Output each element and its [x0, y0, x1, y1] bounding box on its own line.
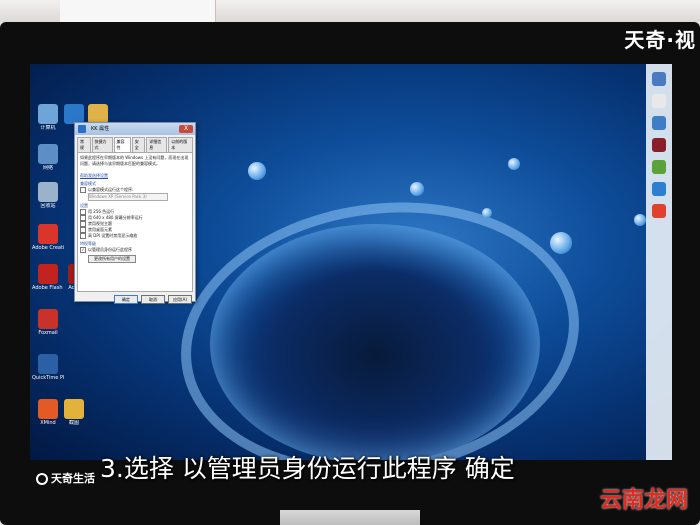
step-caption: 3.选择 以管理员身份运行此程序 确定 [100, 454, 515, 483]
app-icon [38, 264, 58, 284]
all-users-button[interactable]: 更改所有用户的设置 [88, 255, 136, 263]
desktop-screen: 计算机网络回收站 Adobe Creati... Adobe Flash Profe… [30, 64, 672, 460]
desktop-icon[interactable]: Foxmail [32, 309, 64, 336]
wallpaper-drop [550, 232, 572, 254]
sidebar-app-icon[interactable] [652, 116, 666, 130]
desktop-icon[interactable]: 截图 [58, 399, 90, 426]
setting-row[interactable]: 高 DPI 设置时禁用显示缩放 [80, 233, 190, 239]
wallpaper-drop [482, 208, 492, 218]
app-icon [38, 182, 58, 202]
desktop-icon[interactable]: Adobe Flash Professional [32, 264, 64, 291]
desktop-icon-label: 网络 [42, 165, 53, 171]
tab-item[interactable]: 详细信息 [146, 137, 168, 152]
compat-select[interactable]: Windows XP (Service Pack 3) [88, 193, 168, 201]
sidebar-app-icon[interactable] [652, 72, 666, 86]
desktop-icon[interactable]: 网络 [32, 144, 64, 171]
setting-label: 高 DPI 设置时禁用显示缩放 [88, 233, 138, 238]
ok-button[interactable]: 确定 [114, 295, 138, 304]
tab-item[interactable]: 快捷方式 [91, 137, 113, 152]
apply-button[interactable]: 应用(A) [168, 295, 192, 304]
app-icon [38, 224, 58, 244]
properties-dialog: KK 属性 X 常规 快捷方式 兼容性 安全 详细信息 以前的版本 如果此程序在早期版本的… [74, 122, 196, 304]
app-icon [64, 104, 84, 124]
desktop-icon-label: 计算机 [40, 125, 56, 131]
desktop-icon-label: QuickTime Player [32, 375, 64, 381]
right-sidebar [646, 64, 672, 460]
dialog-titlebar[interactable]: KK 属性 X [75, 123, 195, 135]
app-icon [88, 104, 108, 124]
run-as-admin-row[interactable]: ✓ 以管理员身份运行此程序 [80, 247, 190, 253]
app-icon [78, 125, 86, 133]
tab-item[interactable]: 以前的版本 [168, 137, 193, 152]
sidebar-app-icon[interactable] [652, 182, 666, 196]
desktop-icon-label: Adobe Flash Professional [32, 285, 64, 291]
logo-bottom-left-text: 天奇生活 [51, 472, 95, 485]
sidebar-app-icon[interactable] [652, 160, 666, 174]
app-icon [38, 309, 58, 329]
run-as-admin-label: 以管理员身份运行此程序 [88, 247, 132, 252]
desktop-icon-label: Foxmail [38, 330, 58, 336]
help-link[interactable]: 帮助我选择设置 [80, 173, 190, 179]
desktop-icon-label: 回收站 [40, 203, 56, 209]
logo-bottom-right: 云南龙网 [599, 488, 688, 513]
monitor-stand [280, 510, 420, 525]
desktop-icon[interactable]: QuickTime Player [32, 354, 64, 381]
app-icon [64, 399, 84, 419]
app-icon [38, 399, 58, 419]
sidebar-app-icon[interactable] [652, 204, 666, 218]
close-button[interactable]: X [179, 125, 193, 133]
desktop-icon[interactable]: 回收站 [32, 182, 64, 209]
cancel-button[interactable]: 取消 [141, 295, 165, 304]
tab-item[interactable]: 安全 [131, 137, 146, 152]
app-icon [38, 144, 58, 164]
wallpaper-drop [634, 214, 646, 226]
app-icon [38, 104, 58, 124]
paper-edge [60, 0, 216, 22]
wallpaper-splash [210, 224, 540, 460]
dialog-title: KK 属性 [91, 126, 110, 132]
compat-check-label: 以兼容模式运行这个程序: [88, 187, 134, 192]
wallpaper-drop [508, 158, 520, 170]
desktop-icon-label: Adobe Creati... [32, 245, 64, 251]
desktop-icon[interactable]: Adobe Creati... [32, 224, 64, 251]
settings-list: 用 256 色运行用 640 x 480 屏幕分辨率运行 禁用视觉主题 禁用桌面元素… [80, 209, 190, 239]
logo-mark-icon [36, 473, 48, 485]
setting-checkbox[interactable] [80, 233, 86, 239]
run-as-admin-checkbox[interactable]: ✓ [80, 247, 86, 253]
sidebar-app-icon[interactable] [652, 94, 666, 108]
compat-panel: 如果此程序在早期版本的 Windows 上没有问题，而现在出现问题，请选择与该早… [77, 152, 193, 292]
wallpaper-drop [248, 162, 266, 180]
watermark-top: 天奇·视 [624, 28, 696, 52]
logo-bottom-left: 天奇生活 [36, 470, 95, 486]
tab-item[interactable]: 兼容性 [113, 137, 131, 152]
desktop-icon-label: 截图 [68, 420, 79, 426]
wallpaper-drop [410, 182, 424, 196]
dialog-tabs: 常规 快捷方式 兼容性 安全 详细信息 以前的版本 [75, 135, 195, 152]
compat-intro: 如果此程序在早期版本的 Windows 上没有问题，而现在出现问题，请选择与该早… [80, 155, 189, 166]
compat-checkbox[interactable] [80, 187, 86, 193]
app-icon [38, 354, 58, 374]
sidebar-app-icon[interactable] [652, 138, 666, 152]
dialog-buttons: 确定 取消 应用(A) [75, 292, 195, 304]
tab-item[interactable]: 常规 [77, 137, 91, 152]
